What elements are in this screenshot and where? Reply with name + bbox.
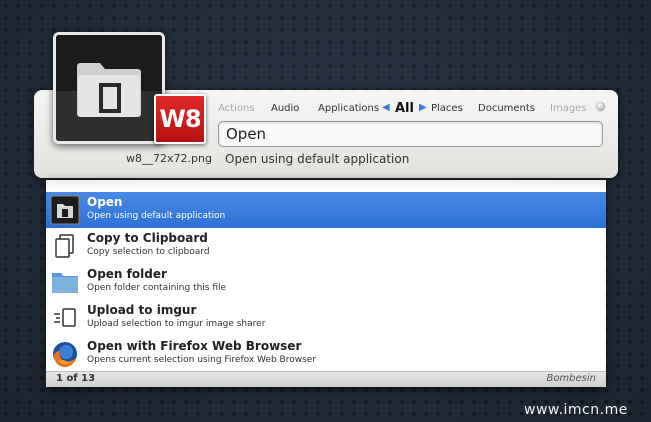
list-footer: 1 of 13 Bombesin bbox=[46, 371, 606, 387]
tab-applications[interactable]: Applications bbox=[318, 103, 379, 114]
results-list: Open Open using default application Copy… bbox=[46, 180, 606, 387]
selected-item-tile[interactable] bbox=[53, 32, 165, 144]
result-item-copy-to-clipboard[interactable]: Copy to Clipboard Copy selection to clip… bbox=[46, 228, 606, 264]
result-title: Upload to imgur bbox=[87, 303, 197, 317]
watermark: www.imcn.me bbox=[524, 402, 628, 418]
tab-places[interactable]: Places bbox=[431, 103, 463, 114]
result-desc: Open using default application bbox=[87, 211, 226, 221]
result-desc: Upload selection to imgur image sharer bbox=[87, 319, 266, 329]
tab-actions[interactable]: Actions bbox=[218, 103, 255, 114]
folder-open-icon bbox=[50, 195, 80, 225]
prev-category-arrow-icon[interactable]: ◀ bbox=[382, 102, 390, 113]
result-desc: Opens current selection using Firefox We… bbox=[87, 355, 316, 365]
next-category-arrow-icon[interactable]: ▶ bbox=[419, 102, 427, 113]
settings-dot-icon[interactable] bbox=[596, 102, 605, 111]
result-title: Open with Firefox Web Browser bbox=[87, 339, 302, 353]
result-item-open-folder[interactable]: Open folder Open folder containing this … bbox=[46, 264, 606, 300]
result-desc: Copy selection to clipboard bbox=[87, 247, 210, 257]
result-title: Copy to Clipboard bbox=[87, 231, 208, 245]
large-folder-icon bbox=[77, 63, 141, 117]
result-item-upload-to-imgur[interactable]: Upload to imgur Upload selection to imgu… bbox=[46, 300, 606, 336]
list-top-band bbox=[46, 180, 606, 190]
clipboard-icon bbox=[55, 234, 74, 258]
search-input[interactable]: Open bbox=[218, 121, 603, 147]
result-item-open[interactable]: Open Open using default application bbox=[46, 192, 606, 228]
tab-documents[interactable]: Documents bbox=[478, 103, 535, 114]
w8-badge: W8 bbox=[154, 94, 206, 144]
tab-images[interactable]: Images bbox=[550, 103, 587, 114]
upload-icon bbox=[54, 308, 76, 327]
result-title: Open bbox=[87, 195, 123, 209]
category-tabs: Actions Audio Applications ◀ All ▶ Place… bbox=[218, 101, 598, 117]
result-title: Open folder bbox=[87, 267, 167, 281]
result-item-open-with-firefox[interactable]: Open with Firefox Web Browser Opens curr… bbox=[46, 336, 606, 372]
result-desc: Open folder containing this file bbox=[87, 283, 227, 293]
action-description: Open using default application bbox=[225, 152, 410, 166]
result-counter: 1 of 13 bbox=[56, 373, 96, 384]
folder-icon bbox=[52, 273, 78, 293]
selected-filename: w8__72x72.png bbox=[126, 152, 212, 165]
firefox-icon bbox=[53, 342, 77, 368]
tab-all[interactable]: All bbox=[395, 101, 414, 116]
tab-audio[interactable]: Audio bbox=[271, 103, 299, 114]
theme-name: Bombesin bbox=[546, 373, 596, 384]
